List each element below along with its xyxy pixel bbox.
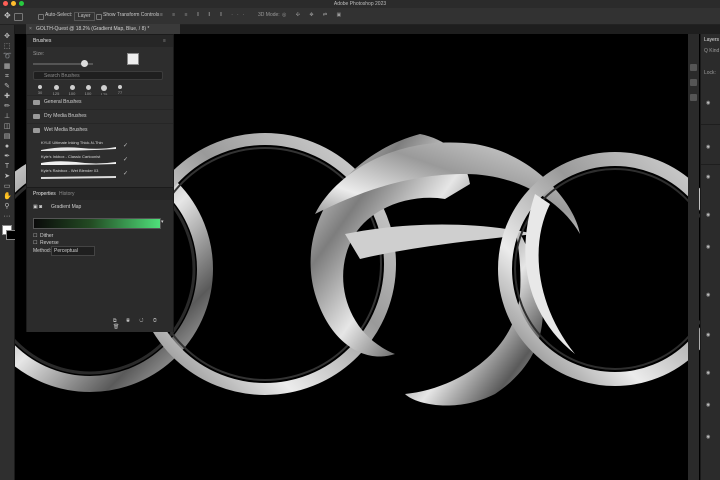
- brush-search-input[interactable]: Search Brushes: [33, 71, 163, 80]
- properties-panel-tabs: Properties History: [27, 188, 173, 200]
- brushes-panel: Brushes ≡ Size: Search Brushes 30 125 10…: [26, 34, 174, 332]
- eyedropper-tool-icon[interactable]: ✎: [3, 83, 11, 91]
- folder-wet-media-brushes[interactable]: Wet Media Brushes: [27, 123, 173, 137]
- zoom-tool-icon[interactable]: ⚲: [3, 203, 11, 211]
- title-bar: Adobe Photoshop 2023: [0, 0, 720, 8]
- dock-icon[interactable]: [690, 94, 697, 101]
- eye-icon[interactable]: ◉: [706, 434, 710, 440]
- shape-tool-icon[interactable]: ▭: [3, 183, 11, 191]
- dock-icon[interactable]: [690, 64, 697, 71]
- eye-icon[interactable]: ◉: [706, 100, 710, 106]
- layer-row-divider: [701, 124, 720, 125]
- check-icon: ✓: [123, 143, 129, 149]
- folder-icon: [33, 100, 40, 105]
- move-tool-preset-dropdown[interactable]: [14, 13, 23, 21]
- eye-icon[interactable]: ◉: [706, 244, 710, 250]
- pen-tool-icon[interactable]: ✒: [3, 153, 11, 161]
- layer-row-divider: [701, 164, 720, 165]
- brush-item[interactable]: Kyle's Inkbox - Classic Cartoonist ✓: [27, 154, 173, 168]
- document-tab-title: GOLTH-Quest @ 18.2% (Gradient Map, Blue,…: [36, 26, 150, 32]
- 3d-mode-icons[interactable]: ◎ ✣ ✥ ⇄ ▣: [282, 11, 345, 20]
- brushes-panel-tabs: Brushes ≡: [27, 35, 173, 47]
- properties-panel: Properties History ▣ ◙ Gradient Map ▾ ☐ …: [27, 187, 173, 332]
- eraser-tool-icon[interactable]: ◫: [3, 123, 11, 131]
- properties-footer-icons[interactable]: ⧉ ◉ ↺ ◎ 🗑: [113, 318, 173, 330]
- method-label: Method:: [33, 248, 52, 254]
- layer-select-dropdown[interactable]: Layer: [74, 12, 95, 21]
- show-transform-label: Show Transform Controls: [103, 12, 160, 18]
- brush-item[interactable]: Kyle's Rainbox - Wet Blender 03 ✓: [27, 168, 173, 182]
- folder-general-brushes[interactable]: General Brushes: [27, 95, 173, 109]
- hand-tool-icon[interactable]: ✋: [3, 193, 12, 201]
- brush-tip[interactable]: 30: [33, 83, 47, 95]
- panel-dock-strip: [688, 34, 699, 480]
- object-select-tool-icon[interactable]: ▦: [3, 63, 11, 71]
- brush-tip[interactable]: 77: [113, 83, 127, 95]
- eye-icon[interactable]: ◉: [706, 402, 710, 408]
- crop-tool-icon[interactable]: ⌗: [3, 73, 11, 81]
- dock-icon[interactable]: [690, 79, 697, 86]
- brush-stroke-preview: [41, 176, 116, 179]
- layers-panel-title: Layers: [704, 37, 720, 43]
- show-transform-checkbox[interactable]: [96, 14, 102, 20]
- size-slider-knob[interactable]: [81, 60, 88, 67]
- align-icons[interactable]: ≡ ≡ ≡ ‖ ‖ ‖ ···: [160, 11, 248, 20]
- type-tool-icon[interactable]: T: [3, 163, 11, 171]
- brush-folders: General Brushes Dry Media Brushes Wet Me…: [27, 95, 173, 182]
- document-tab[interactable]: × GOLTH-Quest @ 18.2% (Gradient Map, Blu…: [26, 24, 180, 34]
- eye-icon[interactable]: ◉: [706, 370, 710, 376]
- panel-menu-icon[interactable]: ≡: [163, 35, 166, 47]
- eye-icon[interactable]: ◉: [706, 332, 710, 338]
- brush-size-row: Size:: [27, 47, 173, 73]
- adjustment-name: Gradient Map: [51, 204, 82, 210]
- folder-icon: [33, 128, 40, 133]
- path-select-tool-icon[interactable]: ➤: [3, 173, 11, 181]
- healing-brush-tool-icon[interactable]: ✚: [3, 93, 11, 101]
- lock-label: Lock:: [704, 70, 716, 76]
- auto-select-checkbox[interactable]: [38, 14, 44, 20]
- more-tools-icon[interactable]: ···: [3, 213, 11, 221]
- marquee-tool-icon[interactable]: ⬚: [3, 43, 11, 51]
- adjustment-layer-icon: ▣ ◙: [33, 204, 43, 210]
- eye-icon[interactable]: ◉: [706, 144, 710, 150]
- app-title: Adobe Photoshop 2023: [333, 1, 387, 7]
- brush-stroke-preview: [41, 161, 116, 165]
- layers-panel: Layers Q Kind Lock: ◉ ◉ ◉ ◉ ◉ ◉ ◉ ◉ ◉ ◉: [700, 34, 720, 480]
- gradient-dropdown-icon[interactable]: ▾: [161, 219, 164, 225]
- eye-icon[interactable]: ◉: [706, 292, 710, 298]
- check-icon: ✓: [123, 171, 129, 177]
- gradient-tool-icon[interactable]: ▤: [3, 133, 11, 141]
- brush-stroke-preview: [41, 147, 116, 151]
- eye-icon[interactable]: ◉: [706, 174, 710, 180]
- method-dropdown[interactable]: Perceptual: [51, 246, 95, 256]
- layer-filter-kind[interactable]: Q Kind: [704, 48, 719, 54]
- tab-brushes[interactable]: Brushes: [33, 35, 51, 47]
- lasso-tool-icon[interactable]: ➰: [3, 53, 12, 61]
- tab-properties[interactable]: Properties: [33, 188, 56, 200]
- tools-panel: ✥ ⬚ ➰ ▦ ⌗ ✎ ✚ ✏ ⊥ ◫ ▤ ● ✒ T ➤ ▭ ✋ ⚲ ···: [0, 25, 16, 480]
- brush-preview-icon[interactable]: [127, 53, 139, 65]
- reverse-checkbox[interactable]: ☐: [33, 240, 37, 246]
- gradient-map-preview[interactable]: [33, 218, 161, 229]
- clone-stamp-tool-icon[interactable]: ⊥: [3, 113, 11, 121]
- close-document-icon[interactable]: ×: [29, 24, 32, 34]
- tab-history[interactable]: History: [59, 188, 75, 200]
- eye-icon[interactable]: ◉: [706, 212, 710, 218]
- folder-icon: [33, 114, 40, 119]
- check-icon: ✓: [123, 157, 129, 163]
- options-bar: ✥ Auto-Select: Layer Show Transform Cont…: [0, 8, 720, 25]
- move-tool-icon[interactable]: ✥: [4, 11, 11, 20]
- dodge-tool-icon[interactable]: ●: [3, 143, 11, 151]
- dither-checkbox[interactable]: ☐: [33, 233, 37, 239]
- dither-label: Dither: [40, 233, 54, 239]
- auto-select-label: Auto-Select:: [45, 12, 73, 18]
- mode-3d-label: 3D Mode:: [258, 12, 280, 18]
- move-tool-icon[interactable]: ✥: [3, 33, 11, 41]
- size-label: Size:: [33, 51, 45, 57]
- brush-tool-icon[interactable]: ✏: [3, 103, 11, 111]
- brush-item[interactable]: KYLE Ultimate Inking Thick-N-Thin ✓: [27, 140, 173, 154]
- folder-dry-media-brushes[interactable]: Dry Media Brushes: [27, 109, 173, 123]
